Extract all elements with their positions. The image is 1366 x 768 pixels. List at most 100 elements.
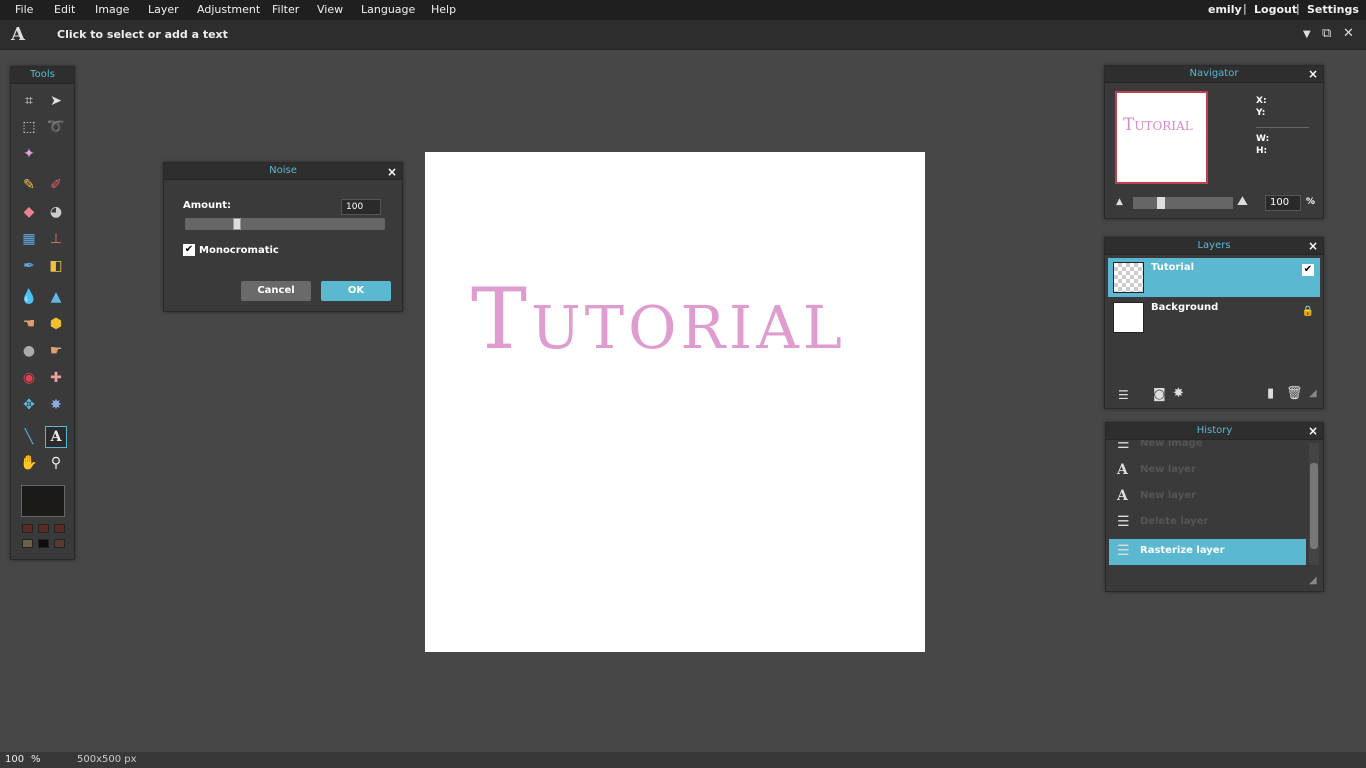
- resize-handle-icon[interactable]: ◢: [1309, 388, 1317, 399]
- zoom-slider-thumb[interactable]: [1157, 197, 1165, 209]
- history-action-icon: ☰: [1117, 440, 1130, 452]
- layers-title: Layers ×: [1105, 238, 1323, 255]
- user-name[interactable]: emily: [1208, 3, 1242, 16]
- close-icon[interactable]: ×: [387, 164, 397, 180]
- zoom-tool-icon[interactable]: ⚲: [45, 452, 67, 474]
- menu-bar: File Edit Image Layer Adjustment Filter …: [0, 0, 1366, 20]
- layer-thumbnail: [1113, 262, 1144, 293]
- color-replace-tool-icon[interactable]: ✒: [18, 255, 40, 277]
- layer-row-tutorial[interactable]: Tutorial ✔: [1108, 258, 1320, 297]
- amount-slider[interactable]: [185, 218, 385, 230]
- spot-heal-tool-icon[interactable]: ✚: [45, 367, 67, 389]
- trash-icon[interactable]: 🗑: [1286, 386, 1303, 401]
- noise-dialog-title: Noise ×: [164, 163, 402, 180]
- close-icon[interactable]: ×: [1308, 423, 1318, 439]
- new-layer-icon[interactable]: ▮: [1267, 386, 1274, 401]
- paint-bucket-tool-icon[interactable]: ◕: [45, 201, 67, 223]
- drawing-tool-icon[interactable]: ◧: [45, 255, 67, 277]
- layer-visibility-checkbox[interactable]: ✔: [1302, 264, 1314, 276]
- eraser-tool-icon[interactable]: ◆: [18, 201, 40, 223]
- image-canvas[interactable]: Tutorial: [425, 152, 925, 652]
- history-item[interactable]: A New layer: [1109, 458, 1306, 484]
- layer-thumbnail: [1113, 302, 1144, 333]
- history-item-selected[interactable]: ☰ Rasterize layer: [1109, 539, 1306, 565]
- smudge-tool-icon[interactable]: ☚: [18, 313, 40, 335]
- layers-title-text: Layers: [1197, 240, 1231, 251]
- monochromatic-checkbox[interactable]: ✔: [183, 244, 195, 256]
- cancel-button[interactable]: Cancel: [241, 281, 311, 301]
- text-tool-icon[interactable]: A: [45, 426, 67, 448]
- chevron-down-icon[interactable]: ▼: [1303, 29, 1311, 40]
- color-swatch[interactable]: [38, 524, 49, 533]
- navigator-title: Navigator ×: [1105, 66, 1323, 83]
- zoom-in-icon[interactable]: ⛰: [1237, 194, 1248, 209]
- navigator-thumbnail[interactable]: Tutorial: [1115, 91, 1208, 184]
- pinch-tool-icon[interactable]: ✸: [45, 394, 67, 416]
- menu-image[interactable]: Image: [95, 3, 129, 16]
- w-label: W:: [1256, 134, 1270, 144]
- color-swatch[interactable]: [22, 524, 33, 533]
- blur-tool-icon[interactable]: 💧: [18, 286, 40, 308]
- color-picker-tool-icon[interactable]: ╲: [18, 426, 40, 448]
- menu-language[interactable]: Language: [361, 3, 415, 16]
- bloat-tool-icon[interactable]: ✥: [18, 394, 40, 416]
- color-swatch[interactable]: [54, 539, 65, 548]
- zoom-input[interactable]: 100: [1265, 195, 1301, 211]
- scrollbar-thumb[interactable]: [1310, 463, 1318, 549]
- history-item[interactable]: A New layer: [1109, 484, 1306, 510]
- status-dimensions: 500x500 px: [77, 754, 137, 765]
- layer-settings-icon[interactable]: ☰: [1118, 388, 1129, 402]
- red-eye-tool-icon[interactable]: ◉: [18, 367, 40, 389]
- move-tool-icon[interactable]: ➤: [45, 90, 67, 112]
- gradient-tool-icon[interactable]: ▦: [18, 228, 40, 250]
- close-icon[interactable]: ×: [1308, 66, 1318, 82]
- color-swatch[interactable]: [54, 524, 65, 533]
- layer-row-background[interactable]: Background 🔒: [1108, 298, 1320, 337]
- history-title: History ×: [1106, 423, 1323, 440]
- history-item[interactable]: ☰ Delete layer: [1109, 510, 1306, 536]
- burn-tool-icon[interactable]: ●: [18, 340, 40, 362]
- noise-dialog: Noise × Amount: 100 ✔ Monocromatic Cance…: [163, 162, 403, 312]
- pencil-tool-icon[interactable]: ✎: [18, 174, 40, 196]
- color-swatch[interactable]: [38, 539, 49, 548]
- hand-tool-icon[interactable]: ✋: [18, 452, 40, 474]
- settings-link[interactable]: Settings: [1307, 3, 1359, 16]
- logout-link[interactable]: Logout: [1254, 3, 1297, 16]
- close-icon[interactable]: ✕: [1343, 26, 1354, 41]
- lasso-tool-icon[interactable]: ➰: [45, 116, 67, 138]
- crop-tool-icon[interactable]: ⌗: [18, 90, 40, 112]
- menu-view[interactable]: View: [317, 3, 343, 16]
- magic-wand-tool-icon[interactable]: ✦: [18, 143, 40, 165]
- close-icon[interactable]: ×: [1308, 238, 1318, 254]
- foreground-color-swatch[interactable]: [21, 485, 65, 517]
- amount-slider-thumb[interactable]: [233, 218, 241, 230]
- menu-layer[interactable]: Layer: [148, 3, 179, 16]
- zoom-slider[interactable]: [1133, 197, 1233, 209]
- layer-styles-icon[interactable]: ✸: [1173, 386, 1184, 401]
- history-item[interactable]: ☰ New image: [1109, 440, 1306, 458]
- restore-window-icon[interactable]: ⧉: [1322, 26, 1331, 41]
- history-scrollbar[interactable]: [1309, 443, 1319, 565]
- menu-adjustment[interactable]: Adjustment: [197, 3, 260, 16]
- ok-button[interactable]: OK: [321, 281, 391, 301]
- sponge-tool-icon[interactable]: ⬢: [45, 313, 67, 335]
- color-swatch[interactable]: [22, 539, 33, 548]
- dodge-tool-icon[interactable]: ☛: [45, 340, 67, 362]
- history-item-label: New layer: [1140, 490, 1196, 501]
- tool-hint: Click to select or add a text: [57, 28, 228, 41]
- menu-filter[interactable]: Filter: [272, 3, 299, 16]
- status-zoom[interactable]: 100: [5, 754, 24, 765]
- menu-edit[interactable]: Edit: [54, 3, 75, 16]
- zoom-out-icon[interactable]: ▲: [1116, 197, 1123, 207]
- menu-file[interactable]: File: [15, 3, 33, 16]
- layer-mask-icon[interactable]: ◙: [1153, 387, 1166, 402]
- sharpen-tool-icon[interactable]: ▲: [45, 286, 67, 308]
- resize-handle-icon[interactable]: ◢: [1309, 575, 1317, 586]
- marquee-tool-icon[interactable]: ⬚: [18, 116, 40, 138]
- menu-help[interactable]: Help: [431, 3, 456, 16]
- status-zoom-unit: %: [31, 754, 41, 765]
- brush-tool-icon[interactable]: ✐: [45, 174, 67, 196]
- amount-input[interactable]: 100: [341, 199, 381, 215]
- noise-dialog-title-text: Noise: [269, 165, 297, 176]
- clone-stamp-tool-icon[interactable]: ⊥: [45, 228, 67, 250]
